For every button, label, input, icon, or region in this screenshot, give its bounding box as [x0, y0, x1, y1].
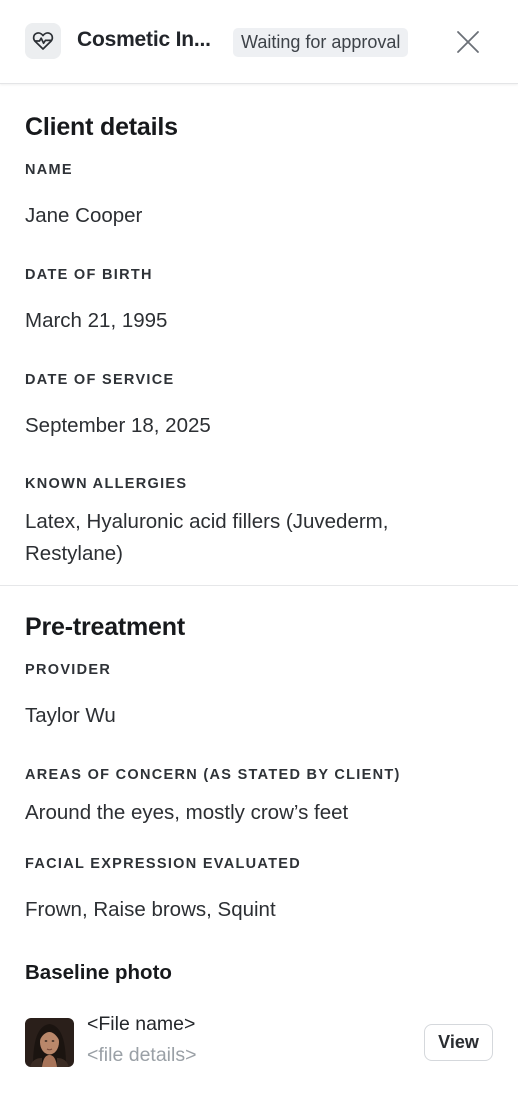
close-icon [457, 31, 479, 53]
dob-value: March 21, 1995 [25, 309, 168, 332]
heart-pulse-icon [25, 23, 61, 59]
drawer-title: Cosmetic In... [77, 28, 211, 51]
pre-treatment-title: Pre-treatment [25, 613, 185, 641]
expression-label: FACIAL EXPRESSION EVALUATED [25, 856, 301, 872]
baseline-photo-thumbnail [25, 1018, 74, 1067]
view-button[interactable]: View [424, 1024, 493, 1061]
expression-value: Frown, Raise brows, Squint [25, 898, 276, 921]
status-badge: Waiting for approval [233, 28, 409, 57]
provider-value: Taylor Wu [25, 704, 116, 727]
baseline-photo-title: Baseline photo [25, 961, 172, 984]
concern-value: Around the eyes, mostly crow’s feet [25, 801, 349, 824]
close-button[interactable] [452, 26, 484, 58]
file-details: <file details> [87, 1044, 197, 1066]
name-label: NAME [25, 162, 73, 178]
client-details-title: Client details [25, 113, 178, 141]
provider-label: PROVIDER [25, 662, 112, 678]
dob-label: DATE OF BIRTH [25, 267, 153, 283]
concern-label: AREAS OF CONCERN (AS STATED BY CLIENT) [25, 767, 401, 783]
name-value: Jane Cooper [25, 204, 143, 227]
allergies-value: Latex, Hyaluronic acid fillers (Juvederm… [25, 510, 389, 565]
dos-label: DATE OF SERVICE [25, 372, 175, 388]
drawer-header: Cosmetic In... Waiting for approval [0, 0, 518, 84]
dos-value: September 18, 2025 [25, 414, 211, 437]
allergies-label: KNOWN ALLERGIES [25, 476, 188, 492]
file-name: <File name> [87, 1013, 196, 1035]
section-divider [0, 585, 518, 586]
